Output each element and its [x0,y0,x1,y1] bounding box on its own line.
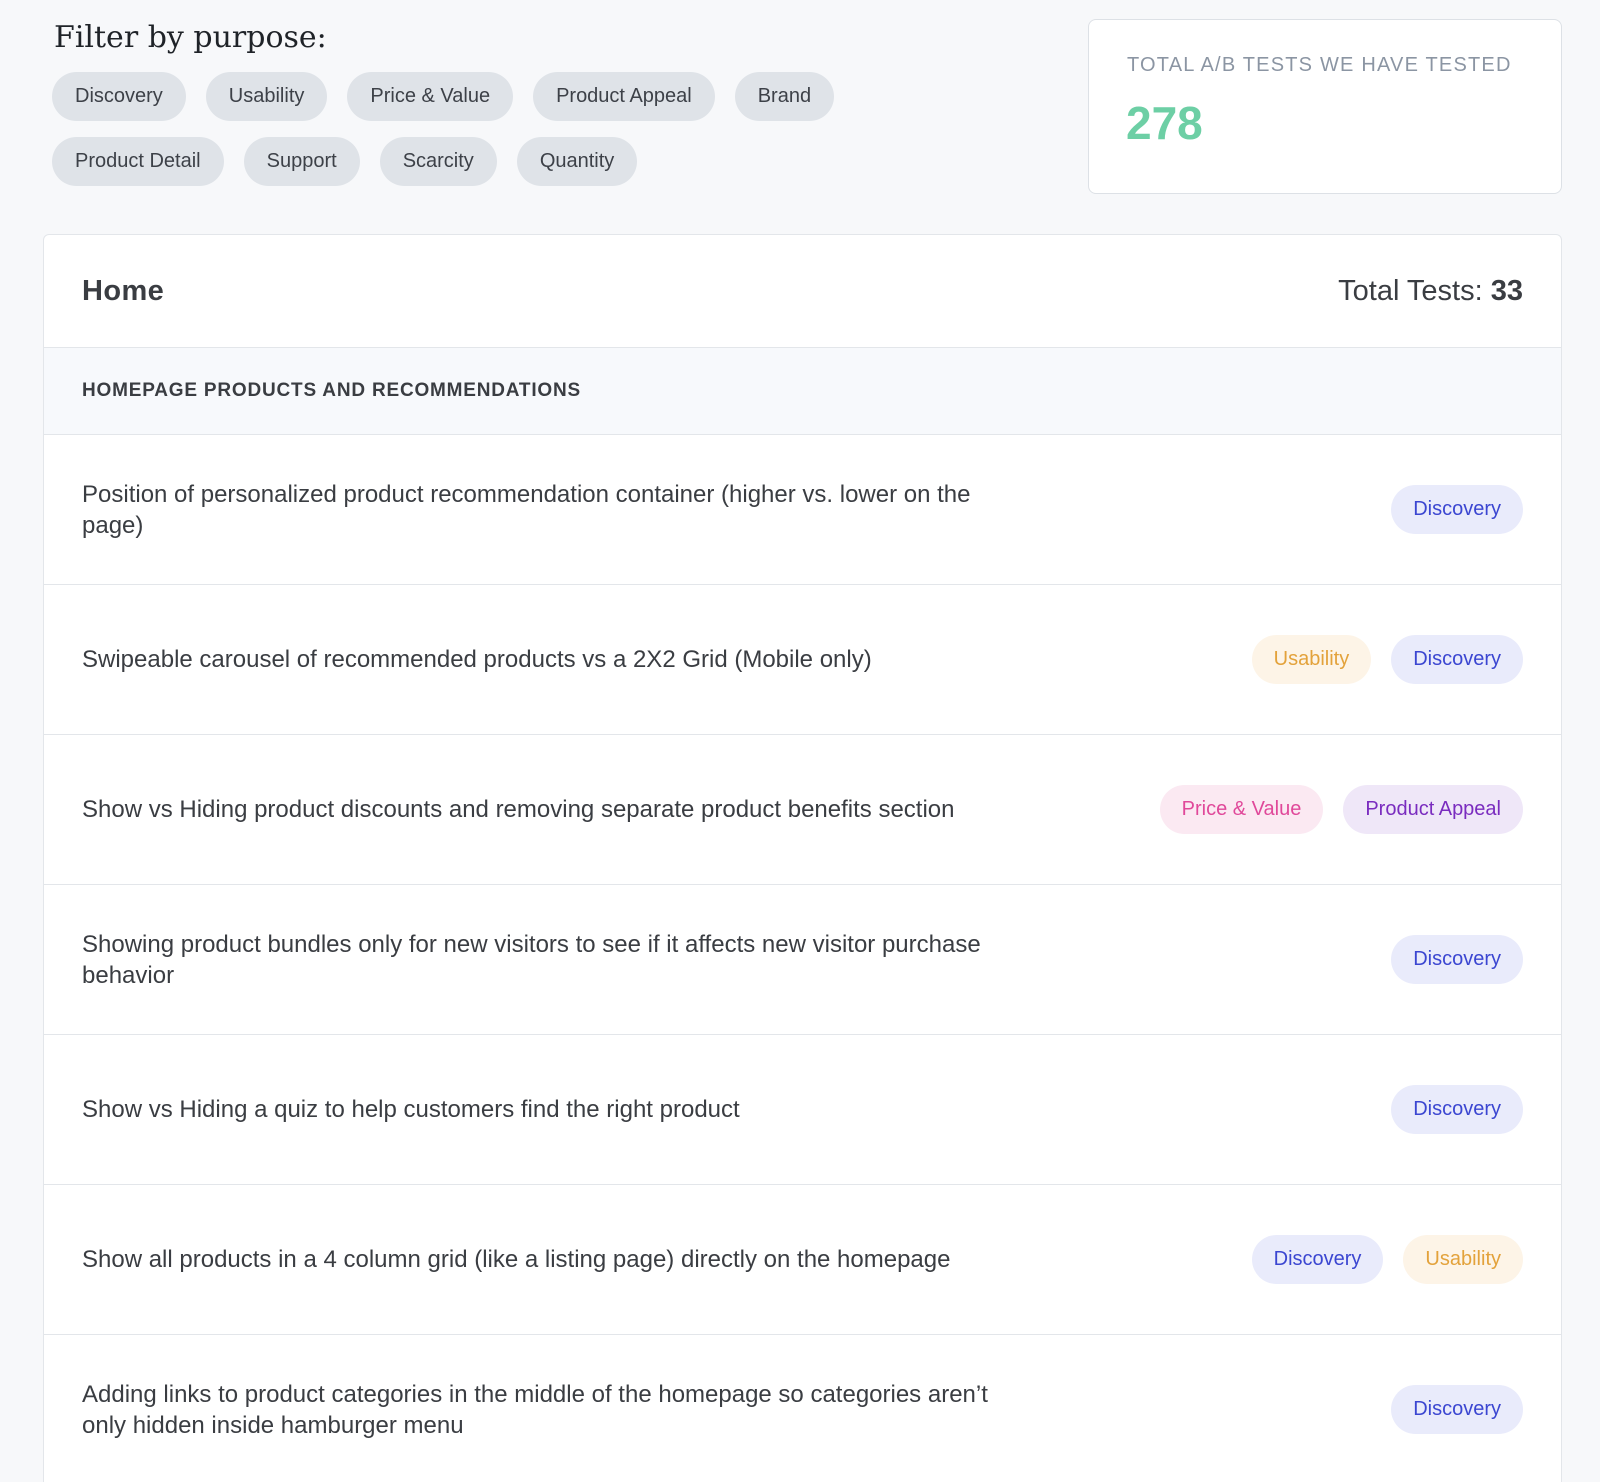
tag-discovery[interactable]: Discovery [1391,935,1523,984]
test-row: Show all products in a 4 column grid (li… [44,1185,1561,1335]
filter-chip-discovery[interactable]: Discovery [52,72,186,121]
test-row: Show vs Hiding product discounts and rem… [44,735,1561,885]
tag-price-value[interactable]: Price & Value [1159,785,1324,834]
test-row: Show vs Hiding a quiz to help customers … [44,1035,1561,1185]
tag-group: Usability Discovery [1251,635,1523,684]
test-row: Swipeable carousel of recommended produc… [44,585,1561,735]
tag-usability[interactable]: Usability [1403,1235,1523,1284]
stat-label: TOTAL A/B TESTS WE HAVE TESTED [1127,54,1512,76]
filter-chip-row: Product Detail Support Scarcity Quantity [52,137,638,186]
filter-title: Filter by purpose: [54,20,327,55]
filter-chip-support[interactable]: Support [243,137,360,186]
tag-discovery[interactable]: Discovery [1391,485,1523,534]
section-title: HOMEPAGE PRODUCTS AND RECOMMENDATIONS [44,348,1561,435]
filter-chip-product-detail[interactable]: Product Detail [52,137,224,186]
tag-discovery[interactable]: Discovery [1391,635,1523,684]
test-description: Show all products in a 4 column grid (li… [82,1246,951,1273]
filter-chip-quantity[interactable]: Quantity [516,137,638,186]
panel-title: Home [82,274,165,307]
filter-chip-brand[interactable]: Brand [734,72,835,121]
filter-chip-usability[interactable]: Usability [205,72,328,121]
tag-group: Discovery Usability [1251,1235,1523,1284]
test-row: Adding links to product categories in th… [44,1335,1561,1482]
test-description: Showing product bundles only for new vis… [82,930,981,989]
tag-discovery[interactable]: Discovery [1391,1385,1523,1434]
panel-header: Home Total Tests: 33 [44,235,1561,348]
filter-chip-row: Discovery Usability Price & Value Produc… [52,72,835,121]
tag-product-appeal[interactable]: Product Appeal [1343,785,1523,834]
tag-discovery[interactable]: Discovery [1391,1085,1523,1134]
test-description: Position of personalized product recomme… [82,480,971,539]
total-tests-card: TOTAL A/B TESTS WE HAVE TESTED 278 [1088,19,1562,194]
tag-group: Discovery [1391,935,1523,984]
tag-group: Discovery [1391,485,1523,534]
test-description: Show vs Hiding product discounts and rem… [82,796,955,823]
test-row: Showing product bundles only for new vis… [44,885,1561,1035]
test-row: Position of personalized product recomme… [44,435,1561,585]
test-description: Show vs Hiding a quiz to help customers … [82,1096,740,1123]
total-tests-label: Total Tests: [1338,274,1491,307]
filter-chip-price-value[interactable]: Price & Value [347,72,514,121]
tag-group: Price & Value Product Appeal [1159,785,1523,834]
stat-value: 278 [1126,97,1203,149]
page: Filter by purpose: Discovery Usability P… [0,0,1600,1482]
total-tests: Total Tests: 33 [1338,275,1523,308]
tag-discovery[interactable]: Discovery [1251,1235,1384,1284]
tag-usability[interactable]: Usability [1251,635,1372,684]
total-tests-value: 33 [1490,274,1523,307]
test-description: Swipeable carousel of recommended produc… [82,646,872,673]
filter-chip-product-appeal[interactable]: Product Appeal [533,72,715,121]
tag-group: Discovery [1391,1385,1523,1434]
tests-panel: Home Total Tests: 33 HOMEPAGE PRODUCTS A… [43,234,1562,1482]
filter-chip-scarcity[interactable]: Scarcity [379,137,497,186]
tag-group: Discovery [1391,1085,1523,1134]
test-description: Adding links to product categories in th… [82,1380,988,1439]
